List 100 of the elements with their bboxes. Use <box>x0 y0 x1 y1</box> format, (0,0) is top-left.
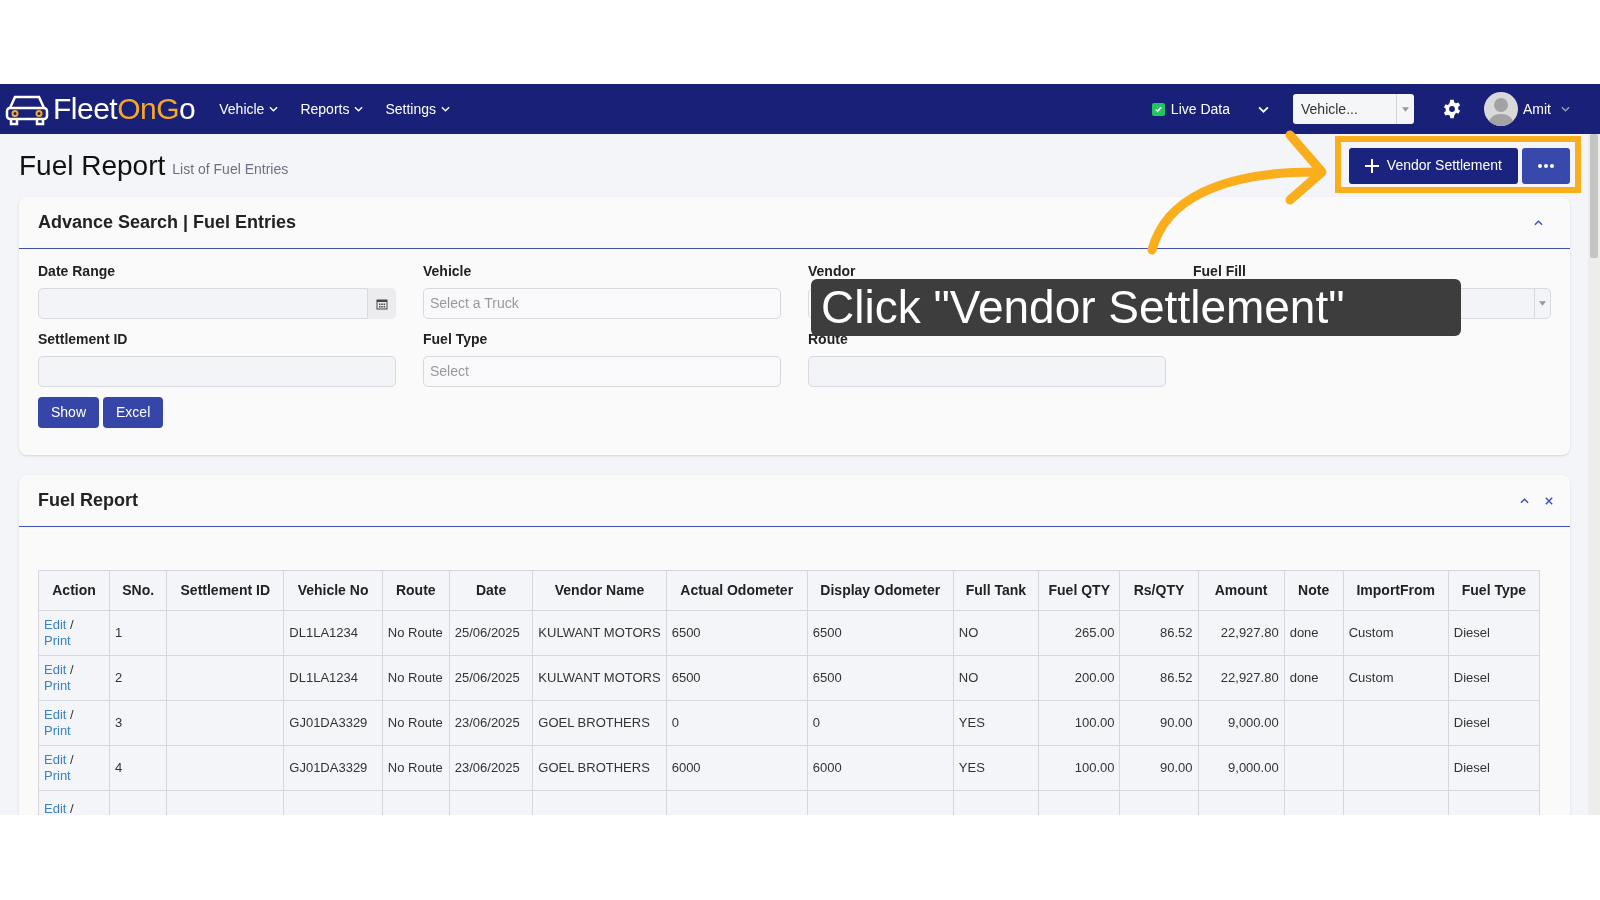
nav-menu[interactable]: Vehicle <box>219 98 279 120</box>
logo-text[interactable]: FleetOnGo <box>53 94 196 124</box>
chevron-icon <box>354 106 364 112</box>
close-icon[interactable] <box>1545 496 1553 505</box>
separator-text: / <box>70 752 74 767</box>
live-data-checkbox[interactable] <box>1151 102 1165 116</box>
date-range-field[interactable] <box>38 288 368 319</box>
column-header[interactable]: Note <box>1284 570 1344 611</box>
column-header[interactable]: Full Tank <box>953 570 1039 611</box>
nav-menu[interactable]: Settings <box>385 98 451 120</box>
vehicle-select[interactable]: Vehicle... <box>1293 94 1414 124</box>
page-title: Fuel Report <box>19 148 166 183</box>
table-cell: Diesel <box>1448 610 1540 656</box>
table-cell: GOEL BROTHERS <box>532 745 667 791</box>
settings-icon[interactable] <box>1442 99 1462 119</box>
table-cell: 6500 <box>666 655 808 701</box>
table-cell: 22,927.80 <box>1198 655 1285 701</box>
action-link[interactable]: Print <box>44 723 71 738</box>
table-cell: Diesel <box>1448 655 1540 701</box>
field-label: Fuel Type <box>423 330 488 349</box>
table-cell: Diesel <box>1448 745 1540 791</box>
column-header[interactable]: Date <box>449 570 533 611</box>
table-cell: NO <box>953 610 1039 656</box>
card-title: Fuel Report <box>38 489 139 512</box>
action-link[interactable]: Print <box>44 633 71 648</box>
column-header[interactable]: Fuel Type <box>1448 570 1540 611</box>
action-link[interactable]: Edit <box>44 617 67 632</box>
table-cell: 90.00 <box>1119 745 1199 791</box>
chevron-icon <box>1561 106 1570 112</box>
collapse-icon[interactable] <box>1534 219 1543 226</box>
table-cell: GOEL BROTHERS <box>532 700 667 746</box>
table-cell: 86.52 <box>1119 655 1199 701</box>
separator-text: / <box>70 707 74 722</box>
table-cell: DL1LA1234 <box>283 610 383 656</box>
field-label: Vendor <box>808 262 856 281</box>
field-label: Date Range <box>38 262 116 281</box>
calendar-icon[interactable] <box>368 288 396 319</box>
column-header[interactable]: Vendor Name <box>532 570 667 611</box>
table-cell: 6500 <box>666 610 808 656</box>
avatar-icon[interactable] <box>1484 92 1518 126</box>
column-header[interactable]: Settlement ID <box>166 570 284 611</box>
caret-icon <box>1539 301 1546 306</box>
action-link[interactable]: Edit <box>44 752 67 767</box>
column-header[interactable]: Action <box>38 570 110 611</box>
table-cell: done <box>1284 655 1344 701</box>
column-header[interactable]: Rs/QTY <box>1119 570 1199 611</box>
table-cell: 9,000.00 <box>1198 745 1285 791</box>
table-cell <box>1284 745 1344 791</box>
input-field[interactable] <box>808 356 1166 387</box>
table-cell: 22,927.80 <box>1198 610 1285 656</box>
field-label: Vehicle <box>423 262 472 281</box>
table-cell: 86.52 <box>1119 610 1199 656</box>
separator-text: / <box>70 801 74 815</box>
table-cell: 23/06/2025 <box>449 745 533 791</box>
user-name[interactable]: Amit <box>1523 98 1551 120</box>
live-data-label: Live Data <box>1170 99 1230 119</box>
collapse-icon[interactable] <box>1520 497 1529 504</box>
table-cell: Diesel <box>1448 700 1540 746</box>
table-cell: 6000 <box>807 745 954 791</box>
table-cell: 0 <box>666 700 808 746</box>
more-icon <box>1538 163 1554 168</box>
table-cell: 6500 <box>807 655 954 701</box>
table-cell: 23/06/2025 <box>449 700 533 746</box>
column-header[interactable]: SNo. <box>109 570 167 611</box>
more-button[interactable] <box>1522 147 1570 184</box>
column-header[interactable]: Route <box>382 570 450 611</box>
table-cell: 100.00 <box>1038 745 1120 791</box>
column-header[interactable]: Fuel QTY <box>1038 570 1120 611</box>
table-cell: KULWANT MOTORS <box>532 655 667 701</box>
input-field[interactable] <box>38 356 396 387</box>
caret-icon <box>1402 106 1409 112</box>
action-button[interactable]: Excel <box>103 397 164 428</box>
table-cell: 90.00 <box>1119 700 1199 746</box>
page-subtitle: List of Fuel Entries <box>172 160 289 179</box>
column-header[interactable]: Vehicle No <box>283 570 383 611</box>
column-header[interactable]: Actual Odometer <box>666 570 808 611</box>
column-header[interactable]: ImportFrom <box>1343 570 1449 611</box>
table-cell: done <box>1284 610 1344 656</box>
plus-icon <box>1364 158 1379 173</box>
column-header[interactable]: Amount <box>1198 570 1285 611</box>
action-link[interactable]: Edit <box>44 707 67 722</box>
action-link[interactable]: Edit <box>44 801 67 815</box>
nav-menu[interactable]: Reports <box>300 98 364 120</box>
table-cell: 25/06/2025 <box>449 655 533 701</box>
action-link[interactable]: Edit <box>44 662 67 677</box>
table-cell: DL1LA1234 <box>283 655 383 701</box>
action-button[interactable]: Show <box>38 397 100 428</box>
vendor-settlement-button[interactable]: Vendor Settlement <box>1348 147 1518 184</box>
table-cell: 9,000.00 <box>1198 700 1285 746</box>
table-cell: Custom <box>1343 655 1449 701</box>
table-cell: YES <box>953 745 1039 791</box>
column-header[interactable]: Display Odometer <box>807 570 954 611</box>
scrollbar[interactable] <box>1588 134 1600 815</box>
action-link[interactable]: Print <box>44 678 71 693</box>
table-cell: 100.00 <box>1038 700 1120 746</box>
table-cell: GJ01DA3329 <box>283 745 383 791</box>
chevron-icon[interactable] <box>1258 105 1269 113</box>
table-cell: KULWANT MOTORS <box>532 610 667 656</box>
action-link[interactable]: Print <box>44 768 71 783</box>
table-cell: No Route <box>382 745 450 791</box>
